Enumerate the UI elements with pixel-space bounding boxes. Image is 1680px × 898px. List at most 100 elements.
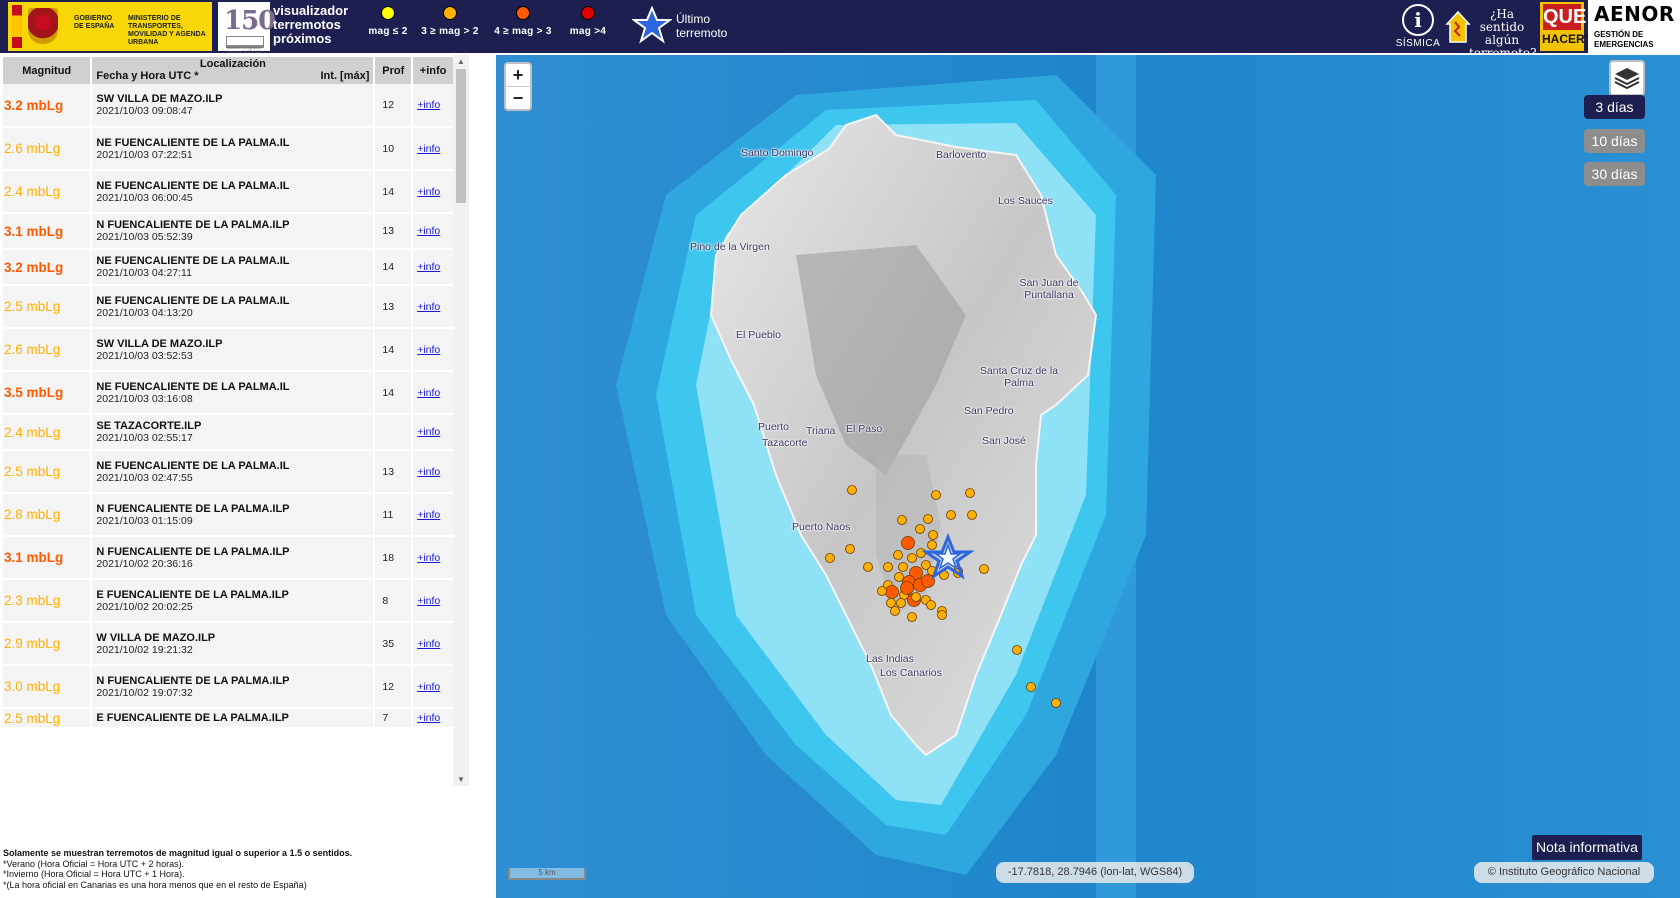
earthquake-marker[interactable]: [845, 544, 855, 554]
earthquake-marker[interactable]: [923, 514, 933, 524]
earthquake-marker[interactable]: [1012, 645, 1022, 655]
info-link[interactable]: +info: [417, 387, 440, 399]
earthquake-marker[interactable]: [946, 510, 956, 520]
place-label-triana: Triana: [806, 425, 836, 437]
red-dot-icon: [581, 6, 595, 20]
column-header-depth[interactable]: Prof: [374, 57, 414, 84]
earthquake-marker[interactable]: [847, 485, 857, 495]
earthquake-marker[interactable]: [890, 606, 900, 616]
earthquake-marker[interactable]: [979, 564, 989, 574]
location-name: SW VILLA DE MAZO.ILP: [96, 337, 223, 350]
hacer-label: HACER?: [1542, 32, 1592, 46]
scroll-up-icon[interactable]: ▲: [457, 57, 465, 66]
earthquake-marker[interactable]: [885, 585, 899, 599]
earthquake-marker[interactable]: [896, 598, 906, 608]
earthquake-marker[interactable]: [967, 510, 977, 520]
info-link[interactable]: +info: [417, 261, 440, 273]
table-row[interactable]: 2.4 mbLg NE FUENCALIENTE DE LA PALMA.IL 20…: [3, 170, 455, 214]
zoom-out-button[interactable]: −: [504, 86, 532, 111]
earthquake-marker[interactable]: [928, 530, 938, 540]
days-10-button[interactable]: 10 días: [1584, 129, 1645, 153]
earthquake-marker[interactable]: [900, 581, 914, 595]
earthquake-table-panel[interactable]: Magnitud Localización Fecha y Hora UTC *…: [3, 57, 472, 784]
earthquake-marker[interactable]: [901, 536, 915, 550]
column-header-location[interactable]: Localización Fecha y Hora UTC * Int. [má…: [91, 57, 376, 84]
info-link[interactable]: +info: [417, 143, 440, 155]
info-link[interactable]: +info: [417, 595, 440, 607]
table-row[interactable]: 3.0 mbLg N FUENCALIENTE DE LA PALMA.ILP 20…: [3, 665, 455, 709]
info-link[interactable]: +info: [417, 301, 440, 313]
table-row[interactable]: 2.5 mbLg E FUENCALIENTE DE LA PALMA.ILP 7 +…: [3, 708, 455, 729]
earthquake-marker[interactable]: [911, 592, 921, 602]
earthquake-marker[interactable]: [825, 553, 835, 563]
days-30-button[interactable]: 30 días: [1584, 162, 1645, 186]
viewer-title-line: visualizador: [273, 3, 349, 18]
spain-flag-icon: [12, 5, 22, 48]
info-link[interactable]: +info: [417, 99, 440, 111]
map-view[interactable]: Santo Domingo Barlovento Los Sauces Pino…: [496, 55, 1680, 898]
table-row[interactable]: 2.5 mbLg NE FUENCALIENTE DE LA PALMA.IL 20…: [3, 450, 455, 494]
location-cell: SE TAZACORTE.ILP 2021/10/03 02:55:17: [91, 414, 376, 451]
map-attribution[interactable]: © Instituto Geográfico Nacional: [1474, 862, 1654, 883]
anniversary-logo[interactable]: 150 Instituto Geográfico Nacional 1870-2…: [218, 2, 276, 54]
days-3-button[interactable]: 3 días: [1584, 95, 1645, 119]
info-link[interactable]: +info: [417, 681, 440, 693]
table-row[interactable]: 3.2 mbLg NE FUENCALIENTE DE LA PALMA.IL 20…: [3, 249, 455, 286]
earthquake-marker[interactable]: [907, 612, 917, 622]
scrollbar-thumb[interactable]: [456, 69, 466, 203]
table-row[interactable]: 3.1 mbLg N FUENCALIENTE DE LA PALMA.ILP 20…: [3, 536, 455, 580]
depth-cell: 12: [374, 84, 414, 128]
table-row[interactable]: 3.5 mbLg NE FUENCALIENTE DE LA PALMA.IL 20…: [3, 371, 455, 415]
info-link[interactable]: +info: [417, 344, 440, 356]
earthquake-marker[interactable]: [863, 562, 873, 572]
info-link[interactable]: +info: [417, 225, 440, 237]
info-link[interactable]: +info: [417, 186, 440, 198]
earthquake-marker[interactable]: [907, 553, 917, 563]
table-row[interactable]: 3.1 mbLg N FUENCALIENTE DE LA PALMA.ILP 20…: [3, 213, 455, 250]
earthquake-marker[interactable]: [926, 600, 936, 610]
table-row[interactable]: 2.3 mbLg E FUENCALIENTE DE LA PALMA.ILP 20…: [3, 579, 455, 623]
earthquake-marker[interactable]: [927, 540, 937, 550]
scroll-down-icon[interactable]: ▼: [457, 775, 465, 784]
table-row[interactable]: 3.2 mbLg SW VILLA DE MAZO.ILP 2021/10/03 0…: [3, 84, 455, 128]
column-header-magnitude[interactable]: Magnitud: [3, 57, 93, 84]
felt-quake-link[interactable]: ¿Ha sentido algún terremoto?: [1445, 4, 1537, 60]
layers-button[interactable]: [1609, 60, 1645, 96]
zoom-in-button[interactable]: +: [504, 62, 532, 88]
sismica-link[interactable]: i SÍSMICA: [1395, 4, 1441, 50]
info-link[interactable]: +info: [417, 712, 440, 724]
earthquake-marker[interactable]: [894, 572, 904, 582]
earthquake-marker[interactable]: [883, 562, 893, 572]
table-scrollbar[interactable]: ▲ ▼: [453, 55, 469, 786]
table-row[interactable]: 2.5 mbLg NE FUENCALIENTE DE LA PALMA.IL 20…: [3, 285, 455, 329]
earthquake-marker[interactable]: [893, 550, 903, 560]
earthquake-marker[interactable]: [1051, 698, 1061, 708]
earthquake-marker[interactable]: [897, 515, 907, 525]
info-link[interactable]: +info: [417, 509, 440, 521]
info-link[interactable]: +info: [417, 426, 440, 438]
earthquake-marker[interactable]: [915, 524, 925, 534]
earthquake-marker[interactable]: [937, 610, 947, 620]
info-link[interactable]: +info: [417, 466, 440, 478]
earthquake-marker[interactable]: [965, 488, 975, 498]
table-row[interactable]: 2.6 mbLg SW VILLA DE MAZO.ILP 2021/10/03 0…: [3, 328, 455, 372]
earthquake-marker[interactable]: [916, 548, 926, 558]
earthquake-marker[interactable]: [1026, 682, 1036, 692]
table-row[interactable]: 2.4 mbLg SE TAZACORTE.ILP 2021/10/03 02:55…: [3, 414, 455, 451]
info-link[interactable]: +info: [417, 638, 440, 650]
map-canvas[interactable]: [496, 55, 1680, 898]
table-row[interactable]: 2.9 mbLg W VILLA DE MAZO.ILP 2021/10/02 19…: [3, 622, 455, 666]
earthquake-marker[interactable]: [931, 490, 941, 500]
place-label-san-juan-de-puntallana: San Juan de Puntallana: [1019, 277, 1079, 301]
earthquake-marker[interactable]: [877, 586, 887, 596]
nota-informativa-button[interactable]: Nota informativa: [1532, 835, 1642, 860]
info-link[interactable]: +info: [417, 552, 440, 564]
earthquake-marker[interactable]: [898, 562, 908, 572]
table-row[interactable]: 2.8 mbLg N FUENCALIENTE DE LA PALMA.ILP 20…: [3, 493, 455, 537]
aenor-logo[interactable]: AENOR GESTIÓN DE EMERGENCIAS: [1588, 0, 1680, 53]
earthquake-marker[interactable]: [886, 598, 896, 608]
table-row[interactable]: 2.6 mbLg NE FUENCALIENTE DE LA PALMA.IL 20…: [3, 127, 455, 171]
que-hacer-link[interactable]: QUE HACER?: [1540, 2, 1592, 51]
government-logo[interactable]: GOBIERNO DE ESPAÑA MINISTERIO DE TRANSPO…: [8, 2, 212, 51]
column-header-info[interactable]: +info: [412, 57, 455, 84]
